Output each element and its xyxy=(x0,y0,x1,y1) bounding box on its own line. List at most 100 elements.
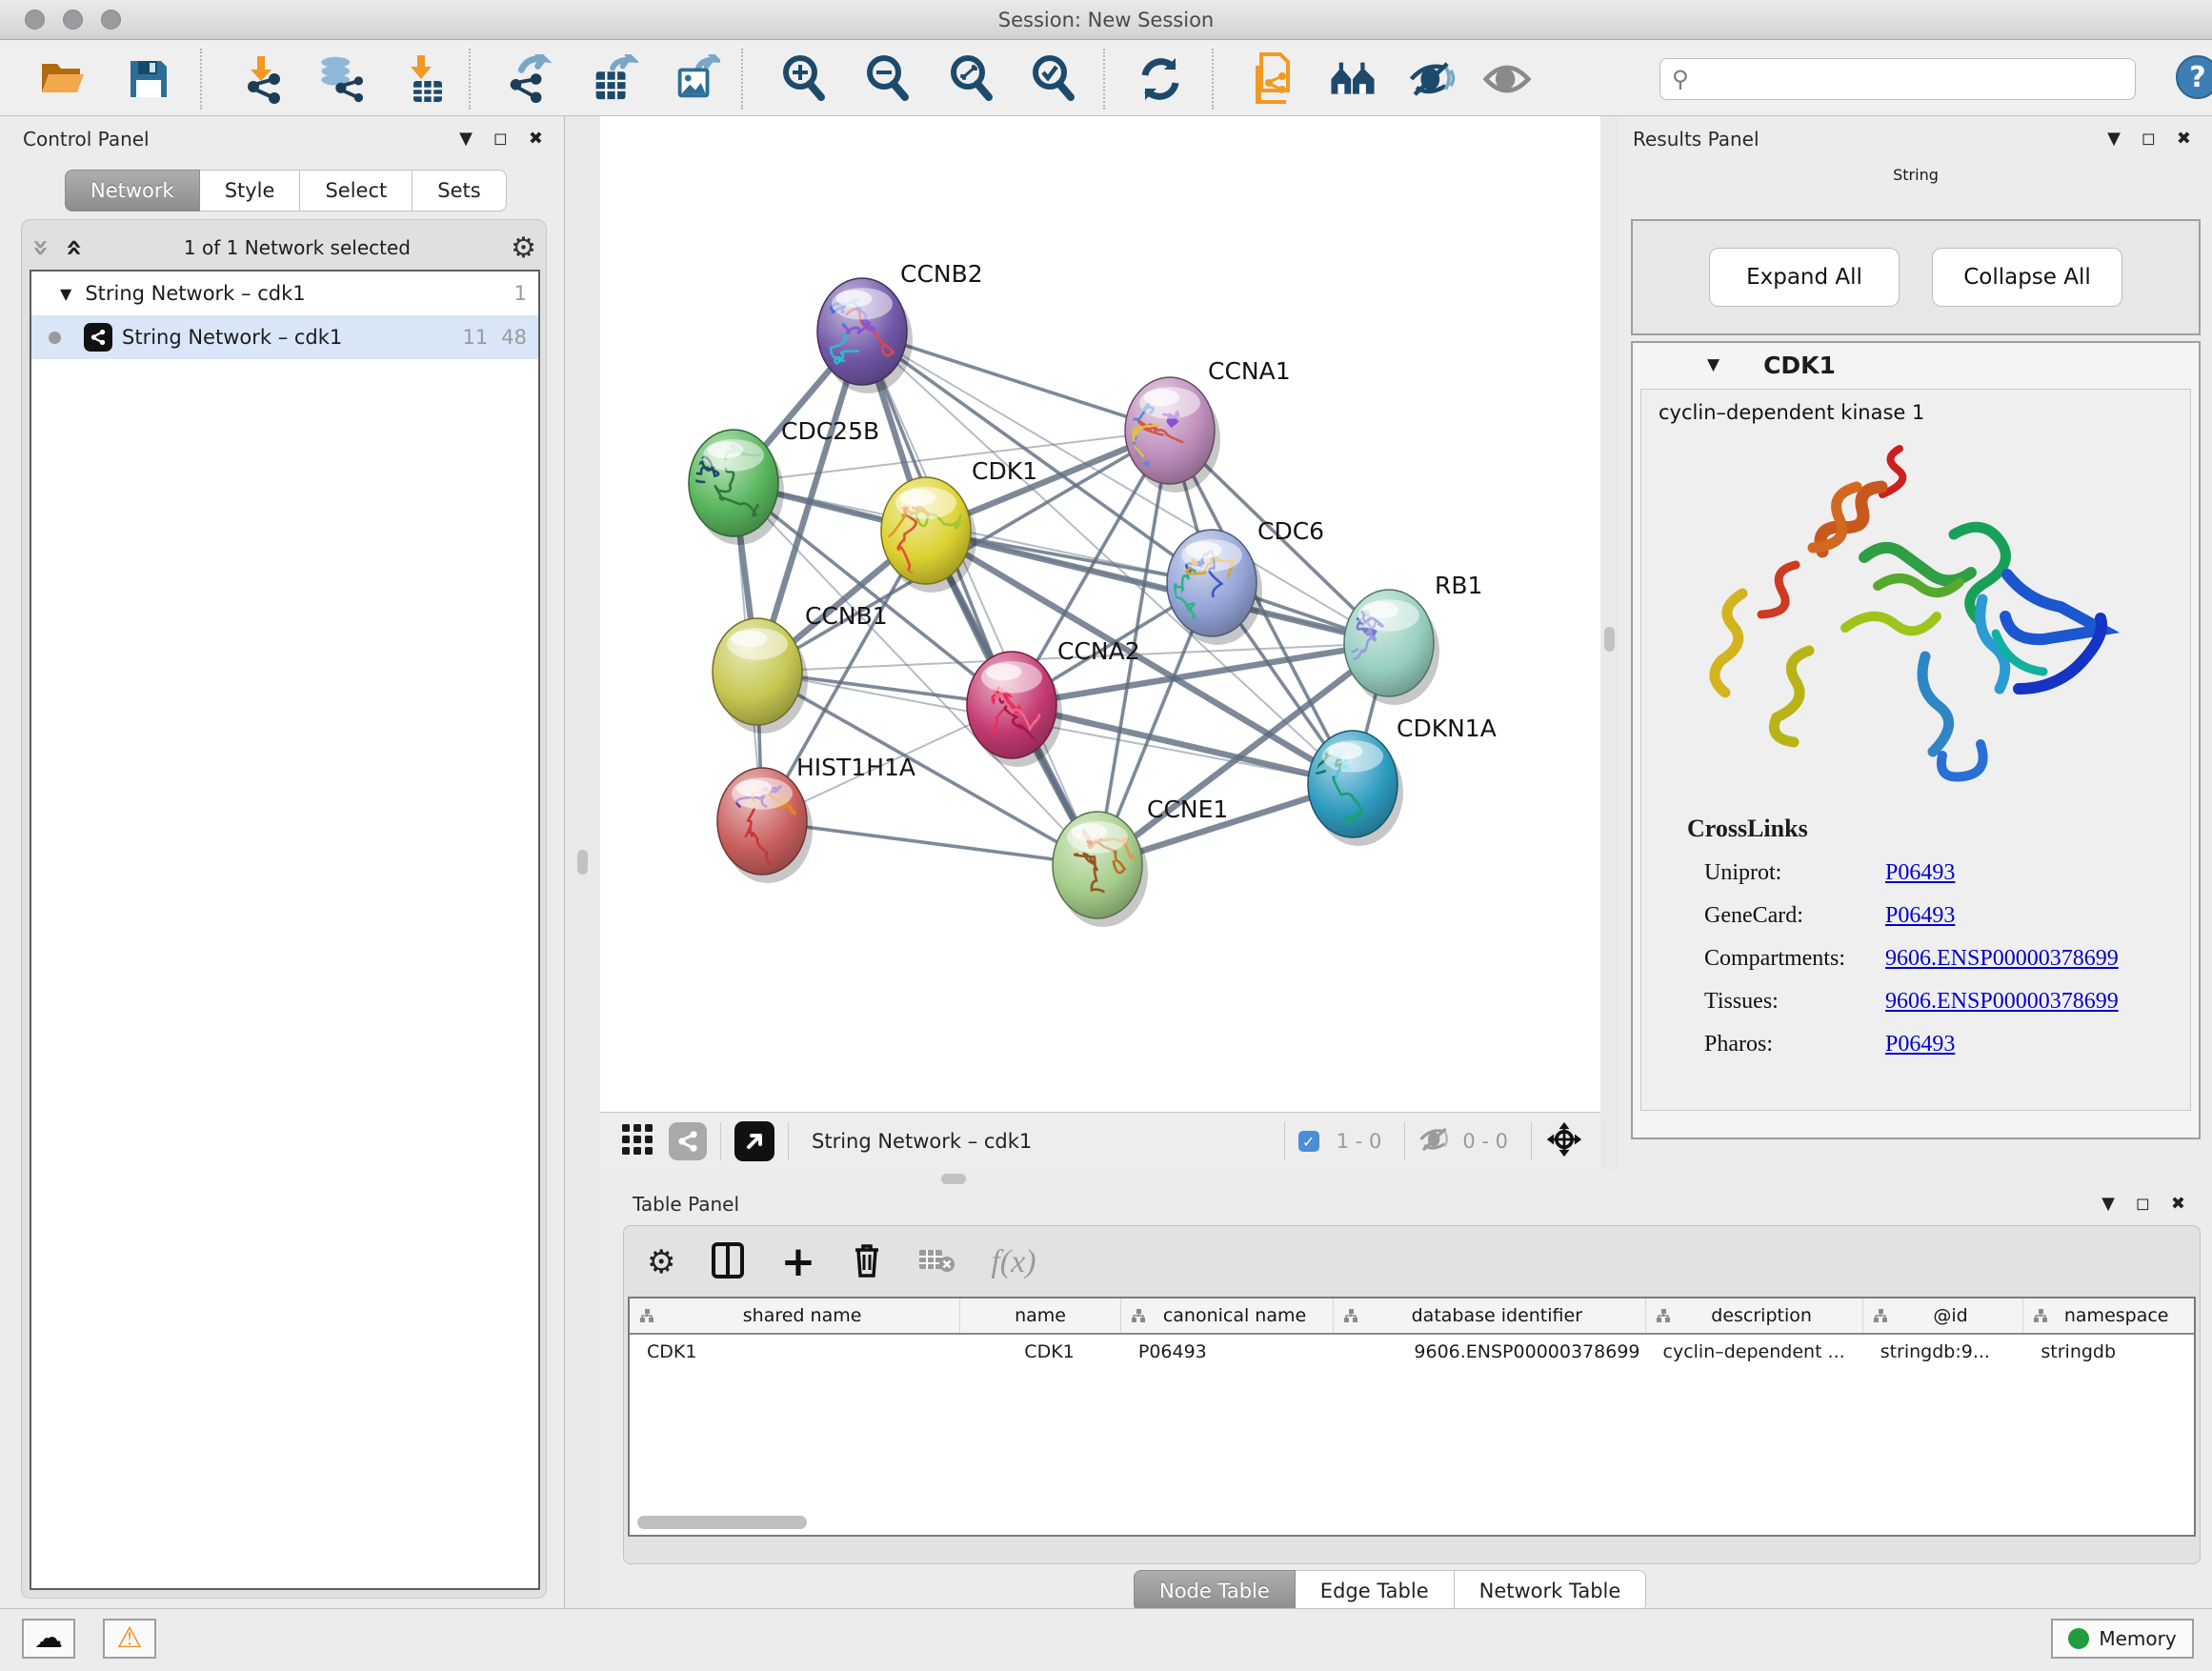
splitter-bottom-handle[interactable] xyxy=(941,1174,966,1184)
help-icon[interactable]: ? xyxy=(2176,55,2212,99)
network-share-icon[interactable] xyxy=(669,1122,707,1160)
delete-column-icon[interactable] xyxy=(852,1242,882,1282)
column-header[interactable]: namespace xyxy=(2023,1299,2194,1333)
import-table-icon[interactable] xyxy=(400,54,450,104)
show-all-icon[interactable] xyxy=(1482,54,1532,104)
clone-network-icon[interactable] xyxy=(1250,54,1299,104)
status-bar: ☁ ⚠ Memory xyxy=(0,1608,2212,1671)
panel-menu-icon[interactable]: ▼ xyxy=(2107,131,2121,148)
table-box: ⚙ + f(x) shared name name canonical name xyxy=(623,1225,2201,1564)
tab-style[interactable]: Style xyxy=(200,170,301,211)
delete-table-icon[interactable] xyxy=(918,1247,955,1278)
birds-eye-view-icon[interactable] xyxy=(734,1121,774,1161)
node-details-section: ▼ CDK1 cyclin–dependent kinase 1 xyxy=(1631,341,2201,1139)
zoom-fit-icon[interactable] xyxy=(947,54,996,104)
gear-icon[interactable]: ⚙ xyxy=(511,232,536,265)
tab-sets[interactable]: Sets xyxy=(412,170,506,211)
tab-string[interactable]: String xyxy=(1893,166,1939,206)
column-header[interactable]: shared name xyxy=(630,1299,960,1333)
column-header[interactable]: description xyxy=(1646,1299,1863,1333)
export-table-icon[interactable] xyxy=(589,54,638,104)
panel-close-icon[interactable]: ✖ xyxy=(529,131,543,148)
svg-text:CCNB1: CCNB1 xyxy=(805,602,888,630)
tab-network[interactable]: Network xyxy=(65,170,200,211)
zoom-out-icon[interactable] xyxy=(863,54,913,104)
crosslinks-title: CrossLinks xyxy=(1641,815,2190,843)
search-box[interactable]: ⚲ xyxy=(1659,58,2136,100)
splitter-right-handle[interactable] xyxy=(1604,627,1615,652)
tree-expander-icon[interactable]: ▼ xyxy=(60,285,71,303)
network-status-dot xyxy=(49,332,61,344)
crosslink-label: Uniprot: xyxy=(1704,860,1885,886)
expand-all-button[interactable]: Expand All xyxy=(1709,248,1900,307)
crosslink-genecard-link[interactable]: P06493 xyxy=(1885,903,1955,929)
table-panel-title: Table Panel xyxy=(633,1193,739,1216)
export-network-icon[interactable] xyxy=(503,54,553,104)
first-neighbors-icon[interactable] xyxy=(1328,54,1377,104)
grid-view-icon[interactable] xyxy=(621,1123,654,1159)
selected-checkbox-icon[interactable]: ✓ xyxy=(1298,1131,1319,1152)
warnings-button[interactable]: ⚠ xyxy=(103,1619,156,1659)
network-tree-child-row[interactable]: String Network – cdk1 11 48 xyxy=(31,315,538,359)
current-network-name: String Network – cdk1 xyxy=(812,1130,1032,1153)
column-header[interactable]: @id xyxy=(1863,1299,2024,1333)
node-count: 11 xyxy=(463,326,489,349)
column-header[interactable]: name xyxy=(960,1299,1121,1333)
pan-mode-icon[interactable] xyxy=(1545,1120,1583,1162)
open-session-icon[interactable] xyxy=(38,54,88,104)
panel-float-icon[interactable]: ◻ xyxy=(2142,131,2156,148)
memory-button[interactable]: Memory xyxy=(2051,1619,2194,1659)
tab-edge-table[interactable]: Edge Table xyxy=(1296,1570,1455,1612)
tab-network-table[interactable]: Network Table xyxy=(1455,1570,1647,1612)
panel-float-icon[interactable]: ◻ xyxy=(2136,1196,2150,1213)
gene-description: cyclin–dependent kinase 1 xyxy=(1641,390,2190,424)
network-tree-root-row[interactable]: ▼ String Network – cdk1 1 xyxy=(31,272,538,315)
splitter-left-handle[interactable] xyxy=(577,850,588,875)
main-toolbar: ⚲ ? xyxy=(0,41,2212,116)
crosslinks-section: CrossLinks Uniprot:P06493 GeneCard:P0649… xyxy=(1641,815,2190,1057)
table-gear-icon[interactable]: ⚙ xyxy=(647,1243,675,1281)
import-database-icon[interactable] xyxy=(314,54,364,104)
warning-icon: ⚠ xyxy=(117,1624,143,1653)
expand-all-icon[interactable]: » xyxy=(60,238,89,256)
table-row[interactable]: CDK1 CDK1 P06493 9606.ENSP00000378699 cy… xyxy=(630,1335,2194,1369)
hidden-counts: 0 - 0 xyxy=(1462,1130,1508,1153)
export-image-icon[interactable] xyxy=(671,54,720,104)
crosslink-label: Pharos: xyxy=(1704,1032,1885,1057)
crosslink-compartments-link[interactable]: 9606.ENSP00000378699 xyxy=(1885,946,2119,972)
section-collapse-icon[interactable]: ▼ xyxy=(1707,355,1719,374)
refresh-icon[interactable] xyxy=(1136,54,1185,104)
column-header[interactable]: database identifier xyxy=(1334,1299,1645,1333)
hide-selected-icon[interactable] xyxy=(1408,54,1458,104)
network-selection-status: 1 of 1 Network selected xyxy=(84,236,511,259)
network-label: String Network – cdk1 xyxy=(122,326,342,349)
crosslink-pharos-link[interactable]: P06493 xyxy=(1885,1032,1955,1057)
panel-float-icon[interactable]: ◻ xyxy=(493,131,508,148)
svg-text:CDKN1A: CDKN1A xyxy=(1397,715,1497,742)
table-horizontal-scrollbar[interactable] xyxy=(637,1516,807,1529)
zoom-selected-icon[interactable] xyxy=(1029,54,1078,104)
collapse-all-icon[interactable]: » xyxy=(27,238,55,256)
import-network-icon[interactable] xyxy=(236,54,286,104)
zoom-in-icon[interactable] xyxy=(779,54,829,104)
network-collection-label: String Network – cdk1 xyxy=(85,282,305,305)
network-node-rb1: RB1 xyxy=(1344,572,1482,705)
cloud-status-button[interactable]: ☁ xyxy=(22,1619,75,1659)
crosslink-tissues-link[interactable]: 9606.ENSP00000378699 xyxy=(1885,989,2119,1015)
panel-close-icon[interactable]: ✖ xyxy=(2171,1196,2185,1213)
svg-text:HIST1H1A: HIST1H1A xyxy=(796,754,915,781)
column-header[interactable]: canonical name xyxy=(1121,1299,1334,1333)
panel-menu-icon[interactable]: ▼ xyxy=(459,131,473,148)
table-columns-icon[interactable] xyxy=(712,1242,744,1282)
crosslink-uniprot-link[interactable]: P06493 xyxy=(1885,860,1955,886)
save-session-icon[interactable] xyxy=(124,54,173,104)
search-input[interactable] xyxy=(1697,68,2123,91)
tab-select[interactable]: Select xyxy=(300,170,412,211)
function-builder-icon[interactable]: f(x) xyxy=(991,1244,1036,1280)
panel-close-icon[interactable]: ✖ xyxy=(2177,131,2191,148)
collapse-all-button[interactable]: Collapse All xyxy=(1932,248,2122,307)
panel-menu-icon[interactable]: ▼ xyxy=(2101,1196,2115,1213)
network-canvas[interactable]: CCNB2CCNA1CDC25BCDK1CDC6RB1CCNB1CCNA2CDK… xyxy=(600,116,1600,1112)
svg-text:CCNE1: CCNE1 xyxy=(1147,795,1228,823)
tab-node-table[interactable]: Node Table xyxy=(1134,1570,1296,1612)
